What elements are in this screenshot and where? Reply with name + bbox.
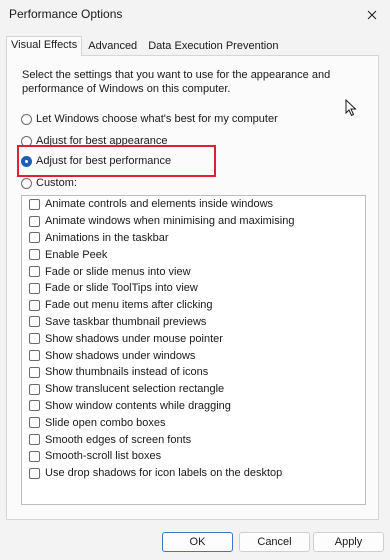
- effect-checkbox[interactable]: [29, 232, 40, 244]
- description-text: Select the settings that you want to use…: [22, 69, 331, 95]
- effect-option[interactable]: Use drop shadows for icon labels on the …: [22, 465, 365, 482]
- effect-checkbox[interactable]: [29, 266, 40, 278]
- radio-label: Custom:: [36, 177, 77, 189]
- effect-option[interactable]: Enable Peek: [22, 246, 365, 263]
- effect-label: Show shadows under windows: [45, 349, 196, 362]
- effect-label: Animate windows when minimising and maxi…: [45, 215, 295, 228]
- effect-checkbox[interactable]: [29, 282, 40, 294]
- effect-option[interactable]: Show window contents while dragging: [22, 398, 365, 415]
- effect-label: Animations in the taskbar: [45, 231, 169, 244]
- effect-label: Fade or slide menus into view: [45, 265, 191, 278]
- effect-checkbox[interactable]: [29, 198, 40, 210]
- effect-label: Slide open combo boxes: [45, 416, 166, 429]
- effect-checkbox[interactable]: [29, 333, 40, 345]
- effect-label: Use drop shadows for icon labels on the …: [45, 467, 283, 480]
- effect-checkbox[interactable]: [29, 467, 40, 479]
- radio-label: Let Windows choose what's best for my co…: [36, 113, 278, 125]
- mouse-pointer-icon: [345, 99, 357, 117]
- effect-option[interactable]: Slide open combo boxes: [22, 414, 365, 431]
- cancel-button[interactable]: Cancel: [239, 532, 310, 552]
- effect-option[interactable]: Show thumbnails instead of icons: [22, 364, 365, 381]
- visual-effects-panel: Select the settings that you want to use…: [6, 55, 379, 520]
- tab-data-execution-prevention[interactable]: Data Execution Prevention: [143, 37, 283, 55]
- radio-button[interactable]: [21, 113, 32, 125]
- effect-label: Show window contents while dragging: [45, 399, 231, 412]
- effect-label: Smooth edges of screen fonts: [45, 433, 192, 446]
- effect-label: Smooth-scroll list boxes: [45, 450, 162, 463]
- effects-checkbox-list[interactable]: Animate controls and elements inside win…: [21, 195, 366, 505]
- highlight-annotation: [17, 145, 216, 177]
- effect-label: Fade out menu items after clicking: [45, 299, 213, 312]
- effect-label: Show translucent selection rectangle: [45, 383, 225, 396]
- radio-button[interactable]: [21, 177, 32, 189]
- effect-label: Show thumbnails instead of icons: [45, 366, 209, 379]
- effect-label: Fade or slide ToolTips into view: [45, 282, 198, 295]
- tab-visual-effects[interactable]: Visual Effects: [6, 36, 83, 56]
- effect-option[interactable]: Fade or slide menus into view: [22, 263, 365, 280]
- title-bar: Performance Options: [0, 0, 390, 30]
- effect-option[interactable]: Animate controls and elements inside win…: [22, 196, 365, 213]
- close-button[interactable]: [354, 0, 390, 30]
- effect-option[interactable]: Show translucent selection rectangle: [22, 381, 365, 398]
- effect-option[interactable]: Animations in the taskbar: [22, 230, 365, 247]
- effect-option[interactable]: Save taskbar thumbnail previews: [22, 314, 365, 331]
- effect-checkbox[interactable]: [29, 299, 40, 311]
- effect-checkbox[interactable]: [29, 450, 40, 462]
- effect-checkbox[interactable]: [29, 400, 40, 412]
- effect-checkbox[interactable]: [29, 366, 40, 378]
- effect-checkbox[interactable]: [29, 249, 40, 261]
- effect-option[interactable]: Show shadows under windows: [22, 347, 365, 364]
- effect-checkbox[interactable]: [29, 434, 40, 446]
- effect-label: Show shadows under mouse pointer: [45, 332, 223, 345]
- effect-option[interactable]: Smooth edges of screen fonts: [22, 431, 365, 448]
- close-icon: [367, 10, 377, 20]
- radio-custom[interactable]: Custom:: [21, 175, 77, 191]
- effect-checkbox[interactable]: [29, 417, 40, 429]
- apply-button[interactable]: Apply: [313, 532, 384, 552]
- tab-advanced[interactable]: Advanced: [83, 37, 142, 55]
- effect-checkbox[interactable]: [29, 316, 40, 328]
- effect-label: Enable Peek: [45, 248, 108, 261]
- effect-label: Animate controls and elements inside win…: [45, 198, 274, 211]
- effect-option[interactable]: Show shadows under mouse pointer: [22, 330, 365, 347]
- effect-checkbox[interactable]: [29, 350, 40, 362]
- effect-label: Save taskbar thumbnail previews: [45, 315, 207, 328]
- effect-option[interactable]: Fade out menu items after clicking: [22, 297, 365, 314]
- effect-option[interactable]: Fade or slide ToolTips into view: [22, 280, 365, 297]
- tab-strip: Visual Effects Advanced Data Execution P…: [6, 36, 284, 56]
- window-title: Performance Options: [9, 7, 123, 21]
- effect-checkbox[interactable]: [29, 215, 40, 227]
- ok-button[interactable]: OK: [162, 532, 233, 552]
- effect-option[interactable]: Animate windows when minimising and maxi…: [22, 213, 365, 230]
- effect-option[interactable]: Smooth-scroll list boxes: [22, 448, 365, 465]
- radio-let-windows-choose[interactable]: Let Windows choose what's best for my co…: [21, 111, 278, 127]
- effect-checkbox[interactable]: [29, 383, 40, 395]
